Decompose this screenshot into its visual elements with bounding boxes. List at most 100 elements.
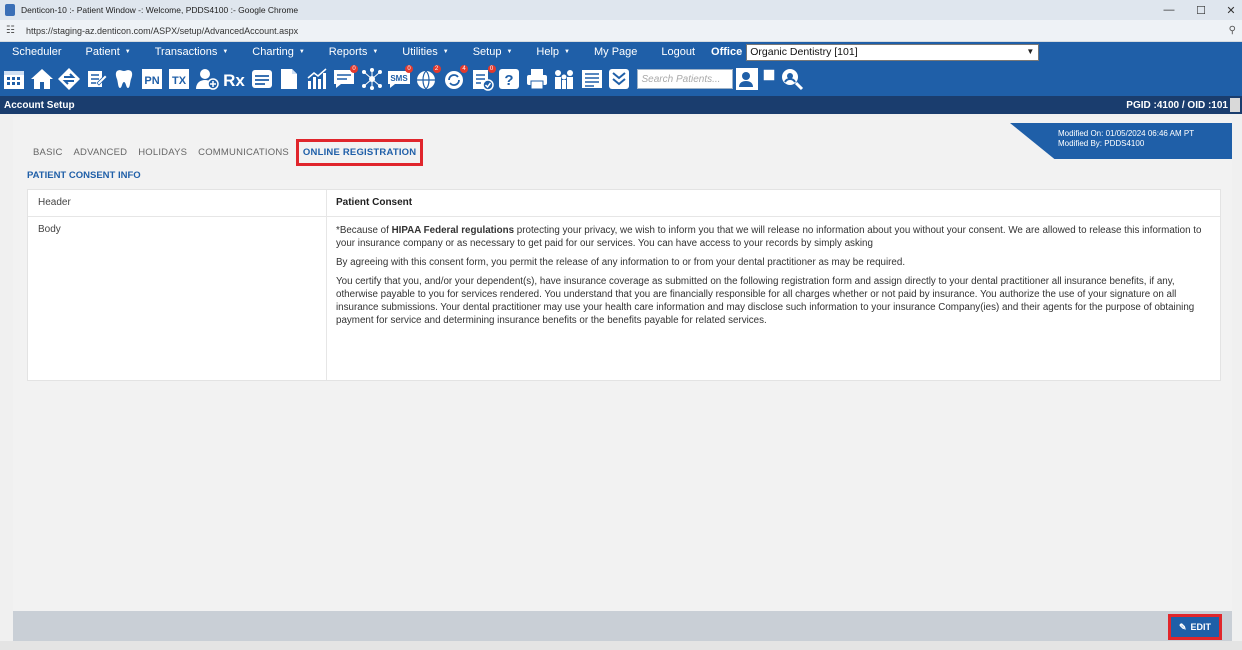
menu-item-label: Help <box>536 46 560 58</box>
sync-icon[interactable]: 4 <box>442 65 468 91</box>
sync-badge: 4 <box>460 65 468 73</box>
expand-more-icon[interactable] <box>607 67 631 91</box>
minimize-button[interactable]: — <box>1154 0 1184 20</box>
checkbox-icon[interactable] <box>762 63 776 87</box>
setup-tabs: BASIC ADVANCED HOLIDAYS COMMUNICATIONS O… <box>33 139 434 166</box>
scrollbar[interactable] <box>1230 98 1240 112</box>
browser-title-bar: Denticon-10 :- Patient Window -: Welcome… <box>0 0 1242 20</box>
chevron-down-icon: ▼ <box>564 49 570 55</box>
bottom-strip <box>0 641 1242 650</box>
edit-label: EDIT <box>1190 622 1212 632</box>
tab-advanced[interactable]: ADVANCED <box>74 147 128 158</box>
menu-item-patient[interactable]: Patient ▼ <box>74 42 143 62</box>
menu-item-label: Logout <box>661 46 696 58</box>
office-label: Office <box>711 46 743 58</box>
sms-icon[interactable]: SMS 0 <box>387 65 413 91</box>
menu-item-logout[interactable]: Logout <box>649 42 707 62</box>
tab-communications[interactable]: COMMUNICATIONS <box>198 147 289 158</box>
body-label: Body <box>38 224 61 235</box>
chart-growth-icon[interactable] <box>305 67 329 91</box>
menu-item-setup[interactable]: Setup ▼ <box>461 42 525 62</box>
menu-item-label: Reports <box>328 46 368 58</box>
printer-icon[interactable] <box>525 67 549 91</box>
menu-item-utilities[interactable]: Utilities ▼ <box>390 42 460 62</box>
pencil-icon: ✎ <box>1178 621 1187 632</box>
tooth-icon[interactable] <box>112 67 136 91</box>
consent-paragraph: You certify that you, and/or your depend… <box>336 276 1195 326</box>
consent-table: Header Patient Consent Body *Because of … <box>27 189 1221 381</box>
menu-item-label: Charting <box>252 46 294 58</box>
page-header-bar: Account Setup PGID :4100 / OID :101 <box>0 96 1242 114</box>
messages-badge: 0 <box>350 65 358 73</box>
prescription-icon[interactable]: Rx <box>222 67 246 91</box>
globe-icon[interactable]: 2 <box>415 65 441 91</box>
menu-item-label: My Page <box>593 46 638 58</box>
clipboard-badge: 0 <box>487 65 496 73</box>
column-divider <box>326 190 327 380</box>
office-select[interactable]: Organic Dentistry [101] ▼ <box>746 43 1040 61</box>
calendar-icon[interactable] <box>2 67 26 91</box>
svg-text:Rx: Rx <box>223 71 245 90</box>
progress-notes-icon[interactable]: PN <box>140 67 164 91</box>
close-button[interactable]: ✕ <box>1216 0 1242 20</box>
consent-paragraph: By agreeing with this consent form, you … <box>336 257 906 268</box>
edit-button[interactable]: ✎ EDIT <box>1168 614 1222 640</box>
main-menu-bar: Scheduler Patient ▼ Transactions ▼ Charting ▼ R… <box>0 42 1242 62</box>
address-bar[interactable]: ☷ https://staging-az.denticon.com/ASPX/s… <box>0 20 1242 42</box>
ledger-icon[interactable] <box>250 67 274 91</box>
home-icon[interactable] <box>30 67 54 91</box>
header-label: Header <box>38 197 71 208</box>
menu-item-label: Scheduler <box>12 46 62 58</box>
svg-text:TX: TX <box>172 75 187 87</box>
menu-item-reports[interactable]: Reports ▼ <box>317 42 390 62</box>
account-setup-panel: BASIC ADVANCED HOLIDAYS COMMUNICATIONS O… <box>13 117 1232 611</box>
chevron-down-icon: ▼ <box>298 49 305 55</box>
search-person-icon[interactable] <box>735 67 759 91</box>
modified-by: Modified By: PDDS4100 <box>1058 139 1145 148</box>
clipboard-check-icon[interactable]: 0 <box>470 65 496 91</box>
pgid-oid: PGID :4100 / OID :101 <box>1126 99 1228 111</box>
add-patient-icon[interactable] <box>195 67 219 91</box>
svg-text:?: ? <box>504 72 513 89</box>
menu-item-label: Utilities <box>402 46 438 58</box>
site-info-icon[interactable]: ☷ <box>6 25 20 36</box>
menu-item-charting[interactable]: Charting ▼ <box>240 42 317 62</box>
chevron-down-icon: ▼ <box>124 49 131 55</box>
modified-on: Modified On: 01/05/2024 06:46 AM PT <box>1058 129 1195 138</box>
maximize-button[interactable]: ☐ <box>1186 0 1216 20</box>
chevron-down-icon: ▼ <box>372 49 379 55</box>
network-icon[interactable] <box>360 67 384 91</box>
transfer-icon[interactable] <box>57 67 81 91</box>
consent-body-text: *Because of HIPAA Federal regulations pr… <box>336 224 1204 333</box>
menu-item-label: Patient <box>85 46 120 58</box>
menu-item-scheduler[interactable]: Scheduler <box>0 42 74 62</box>
menu-item-my-page[interactable]: My Page <box>582 42 649 62</box>
office-select-value: Organic Dentistry [101] <box>750 46 858 58</box>
treatment-plan-icon[interactable]: TX <box>167 67 191 91</box>
chevron-down-icon: ▼ <box>222 49 229 55</box>
list-form-icon[interactable] <box>580 67 604 91</box>
menu-item-label: Transactions <box>154 46 218 58</box>
url-text[interactable]: https://staging-az.denticon.com/ASPX/set… <box>26 26 298 36</box>
help-icon[interactable]: ? <box>497 67 521 91</box>
app-logo-icon <box>5 4 15 16</box>
tab-online-registration[interactable]: ONLINE REGISTRATION <box>295 139 424 166</box>
family-icon[interactable] <box>552 67 576 91</box>
globe-badge: 2 <box>432 65 441 73</box>
extension-icon[interactable]: ⚲ <box>1229 25 1236 36</box>
window-title: Denticon-10 :- Patient Window -: Welcome… <box>21 5 299 15</box>
menu-item-help[interactable]: Help ▼ <box>524 42 582 62</box>
chevron-down-icon: ▼ <box>506 49 513 55</box>
menu-item-transactions[interactable]: Transactions ▼ <box>143 42 241 62</box>
document-icon[interactable] <box>277 67 301 91</box>
chevron-down-icon: ▼ <box>442 49 449 55</box>
edit-notes-icon[interactable] <box>85 67 109 91</box>
tab-basic[interactable]: BASIC <box>33 147 63 158</box>
svg-text:PN: PN <box>144 75 159 87</box>
messages-icon[interactable]: 0 <box>332 65 358 91</box>
menu-item-label: Setup <box>472 46 502 58</box>
patient-search-input[interactable]: Search Patients... <box>636 69 733 89</box>
group-search-icon[interactable] <box>780 67 804 91</box>
tab-holidays[interactable]: HOLIDAYS <box>138 147 187 158</box>
icon-toolbar: PN TX Rx 0 SMS 0 2 4 0 ? Search Patients.… <box>0 62 1242 96</box>
